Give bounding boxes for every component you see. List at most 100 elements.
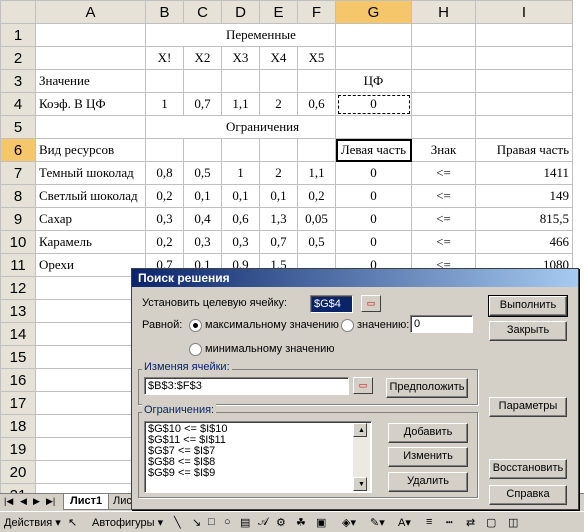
changing-cells-input[interactable]: $B$3:$F$3 [144,377,349,395]
target-cell-input[interactable]: $G$4 [310,295,353,313]
dash-style-icon[interactable]: ┅ [446,516,453,529]
row-header-18[interactable]: 18 [0,414,36,438]
row-header-3[interactable]: 3 [0,69,36,93]
cell[interactable] [259,69,298,93]
select-all-corner[interactable] [0,0,36,24]
oval-tool-icon[interactable]: ○ [224,516,231,528]
cell[interactable] [259,138,298,162]
cell-a10[interactable]: Карамель [35,230,146,254]
cell-a9[interactable]: Сахар [35,207,146,231]
cell-e9[interactable]: 1,3 [259,207,298,231]
cell[interactable] [297,69,336,93]
cell-d4[interactable]: 1,1 [221,92,260,116]
cell-h6[interactable]: Знак [411,138,476,162]
cell-i10[interactable]: 466 [475,230,573,254]
cell-a6[interactable]: Вид ресурсов [35,138,146,162]
row-header-7[interactable]: 7 [0,161,36,185]
cell-c8[interactable]: 0,1 [183,184,222,208]
options-button[interactable]: Параметры [489,397,567,417]
cell[interactable] [335,115,412,139]
cell[interactable] [475,115,573,139]
row-header-8[interactable]: 8 [0,184,36,208]
cell-f7[interactable]: 1,1 [297,161,336,185]
shadow-icon[interactable]: ▢ [486,516,496,529]
add-constraint-button[interactable]: Добавить [388,423,468,443]
cell-d8[interactable]: 0,1 [221,184,260,208]
row-header-15[interactable]: 15 [0,345,36,369]
cell-c4[interactable]: 0,7 [183,92,222,116]
row-header-5[interactable]: 5 [0,115,36,139]
row-header-9[interactable]: 9 [0,207,36,231]
changing-ref-collapse-icon[interactable]: ▭ [353,377,373,394]
column-header-f[interactable]: F [297,0,336,24]
cell[interactable] [221,69,260,93]
row-header-14[interactable]: 14 [0,322,36,346]
cell[interactable] [411,46,476,70]
clipart-icon[interactable]: ☘ [296,516,306,529]
cell-f2[interactable]: X5 [297,46,336,70]
cell-c9[interactable]: 0,4 [183,207,222,231]
column-header-i[interactable]: I [475,0,573,24]
cell[interactable] [145,69,184,93]
column-header-e[interactable]: E [259,0,298,24]
column-header-g[interactable]: G [335,0,412,24]
cell-f9[interactable]: 0,05 [297,207,336,231]
cell-a4[interactable]: Коэф. В ЦФ [35,92,146,116]
row-header-12[interactable]: 12 [0,276,36,300]
cell[interactable] [35,115,146,139]
cell-d10[interactable]: 0,3 [221,230,260,254]
scroll-up-icon[interactable]: ▲ [353,423,367,437]
cell-d2[interactable]: X3 [221,46,260,70]
prev-sheet-icon[interactable]: ◀ [20,496,27,507]
row-header-20[interactable]: 20 [0,460,36,484]
column-header-a[interactable]: A [35,0,146,24]
cell-e8[interactable]: 0,1 [259,184,298,208]
cell-b10[interactable]: 0,2 [145,230,184,254]
cell-d9[interactable]: 0,6 [221,207,260,231]
rectangle-tool-icon[interactable]: □ [208,516,215,528]
active-cell-g6[interactable]: Левая часть [335,138,412,162]
solve-button[interactable]: Выполнить [488,295,568,317]
cell-a3[interactable]: Значение [35,69,146,93]
radio-max-label[interactable]: максимальному значению [205,319,339,331]
cell[interactable] [475,69,573,93]
cell-f10[interactable]: 0,5 [297,230,336,254]
actions-menu[interactable]: Действия ▾ [4,516,61,529]
radio-max[interactable] [189,319,202,332]
cell-h8[interactable]: <= [411,184,476,208]
cell[interactable] [411,92,476,116]
cell[interactable] [297,138,336,162]
row-header-2[interactable]: 2 [0,46,36,70]
cell-b2[interactable]: X! [145,46,184,70]
cell[interactable] [411,115,476,139]
3d-icon[interactable]: ◫ [508,516,518,529]
close-button[interactable]: Закрыть [489,321,567,341]
cell-b7[interactable]: 0,8 [145,161,184,185]
row-header-13[interactable]: 13 [0,299,36,323]
font-color-icon[interactable]: A▾ [398,516,411,529]
cell-h9[interactable]: <= [411,207,476,231]
row-header-11[interactable]: 11 [0,253,36,277]
cell-c2[interactable]: X2 [183,46,222,70]
cell-h7[interactable]: <= [411,161,476,185]
cell-f4[interactable]: 0,6 [297,92,336,116]
column-header-h[interactable]: H [411,0,476,24]
cell-a8[interactable]: Светлый шоколад [35,184,146,208]
line-style-icon[interactable]: ≡ [426,516,432,528]
cell-i6[interactable]: Правая часть [475,138,573,162]
cell[interactable] [221,138,260,162]
line-color-icon[interactable]: ✎▾ [370,516,385,529]
value-input[interactable]: 0 [410,315,473,333]
row-header-16[interactable]: 16 [0,368,36,392]
target-cell-g4[interactable]: 0 [335,92,412,116]
cell[interactable] [335,23,412,47]
guess-button[interactable]: Предположить [386,378,468,398]
cell-g7[interactable]: 0 [335,161,412,185]
radio-value[interactable] [341,319,354,332]
cell-a11[interactable]: Орехи [35,253,146,277]
row-header-21[interactable]: 21 [0,483,36,493]
help-button[interactable]: Справка [489,485,567,505]
cell-i9[interactable]: 815,5 [475,207,573,231]
cell-e10[interactable]: 0,7 [259,230,298,254]
column-header-c[interactable]: C [183,0,222,24]
